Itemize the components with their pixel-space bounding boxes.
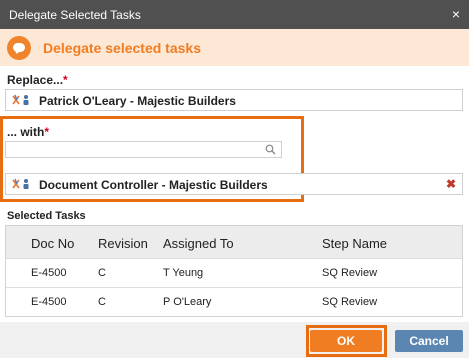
banner-title: Delegate selected tasks bbox=[43, 40, 201, 56]
table-row[interactable]: E-4500 C P O'Leary SQ Review bbox=[6, 287, 462, 316]
required-marker: * bbox=[44, 125, 50, 139]
title-bar: Delegate Selected Tasks × bbox=[0, 0, 469, 29]
cell-doc-no: E-4500 bbox=[31, 296, 67, 308]
with-label-text: ... with bbox=[7, 125, 45, 139]
close-icon[interactable]: × bbox=[452, 6, 460, 22]
tasks-table: Doc No Revision Assigned To Step Name E-… bbox=[5, 225, 463, 317]
chat-bubble-icon bbox=[7, 36, 31, 60]
required-marker: * bbox=[63, 73, 68, 87]
cell-revision: C bbox=[98, 267, 106, 279]
column-header-step-name[interactable]: Step Name bbox=[322, 236, 387, 251]
with-search-input[interactable] bbox=[6, 142, 264, 157]
cell-assigned-to: T Yeung bbox=[163, 267, 204, 279]
user-group-icon bbox=[12, 94, 29, 105]
header-banner: Delegate selected tasks bbox=[0, 29, 469, 66]
cell-step-name: SQ Review bbox=[322, 296, 378, 308]
column-header-assigned-to[interactable]: Assigned To bbox=[163, 236, 234, 251]
search-icon[interactable] bbox=[265, 144, 276, 155]
cell-step-name: SQ Review bbox=[322, 267, 378, 279]
with-search-field[interactable] bbox=[5, 141, 282, 158]
with-selected-user[interactable]: Document Controller - Majestic Builders … bbox=[5, 173, 463, 195]
cell-revision: C bbox=[98, 296, 106, 308]
replace-label-text: Replace... bbox=[7, 73, 64, 87]
replace-user-name: Patrick O'Leary - Majestic Builders bbox=[39, 94, 236, 108]
delegate-dialog: Delegate Selected Tasks × Delegate selec… bbox=[0, 0, 469, 358]
window-title: Delegate Selected Tasks bbox=[9, 8, 141, 22]
table-header: Doc No Revision Assigned To Step Name bbox=[6, 226, 462, 258]
with-user-name: Document Controller - Majestic Builders bbox=[39, 178, 268, 192]
ok-button[interactable]: OK bbox=[310, 330, 382, 352]
column-header-revision[interactable]: Revision bbox=[98, 236, 148, 251]
replace-selected-user[interactable]: Patrick O'Leary - Majestic Builders bbox=[5, 89, 463, 111]
cancel-button[interactable]: Cancel bbox=[395, 330, 463, 352]
table-row[interactable]: E-4500 C T Yeung SQ Review bbox=[6, 258, 462, 287]
cell-assigned-to: P O'Leary bbox=[163, 296, 212, 308]
user-group-icon bbox=[12, 178, 29, 189]
with-label: ... with* bbox=[7, 125, 49, 139]
column-header-doc-no[interactable]: Doc No bbox=[31, 236, 74, 251]
cell-doc-no: E-4500 bbox=[31, 267, 67, 279]
selected-tasks-label: Selected Tasks bbox=[7, 210, 86, 222]
remove-icon[interactable]: ✖ bbox=[446, 177, 456, 191]
replace-label: Replace...* bbox=[7, 73, 68, 87]
